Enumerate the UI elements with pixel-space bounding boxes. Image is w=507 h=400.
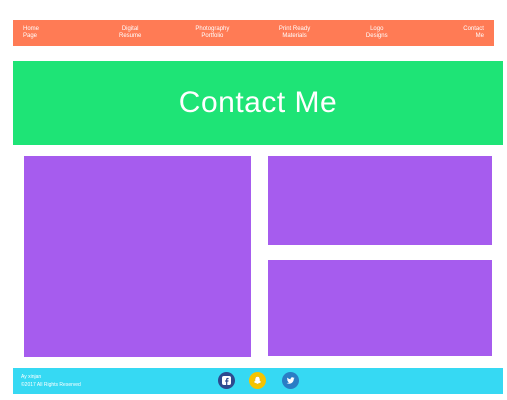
- footer-text: Ay xinjan ©2017 All Rights Reserved: [21, 373, 81, 389]
- top-navigation: Home Page Digital Resume Photography Por…: [13, 20, 494, 46]
- nav-item-print-ready-materials[interactable]: Print Ready Materials: [270, 26, 320, 40]
- content-panel-bottom-right: [268, 260, 492, 356]
- content-panel-left: [24, 156, 251, 357]
- footer-copyright: ©2017 All Rights Reserved: [21, 382, 81, 388]
- twitter-glyph: [286, 377, 295, 384]
- twitter-icon[interactable]: [282, 372, 299, 389]
- nav-item-digital-resume[interactable]: Digital Resume: [105, 26, 155, 40]
- nav-item-photography-portfolio[interactable]: Photography Portfolio: [187, 26, 237, 40]
- page-title: Contact Me: [178, 86, 338, 119]
- nav-item-home-page[interactable]: Home Page: [23, 26, 73, 40]
- hero-banner: Contact Me: [13, 61, 503, 145]
- facebook-glyph: [222, 376, 231, 385]
- footer-author: Ay xinjan: [21, 374, 42, 380]
- footer: Ay xinjan ©2017 All Rights Reserved: [13, 368, 503, 394]
- nav-item-logo-designs[interactable]: Logo Designs: [352, 26, 402, 40]
- content-panel-top-right: [268, 156, 492, 245]
- snapchat-icon[interactable]: [249, 372, 266, 389]
- nav-item-contact-me[interactable]: Contact Me: [434, 26, 484, 40]
- facebook-icon[interactable]: [218, 372, 235, 389]
- snapchat-glyph: [253, 376, 262, 385]
